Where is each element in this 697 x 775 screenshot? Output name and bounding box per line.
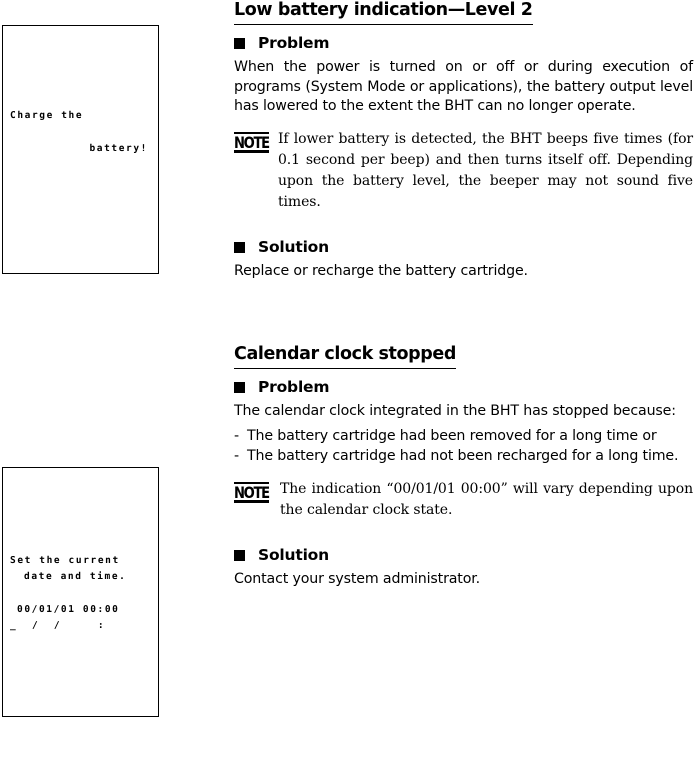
list-item-text: The battery cartridge had been removed f…	[247, 427, 657, 444]
lcd-screen-content: Set the current date and time. 00/01/01 …	[3, 553, 158, 634]
lcd-line: _ / / :	[10, 620, 106, 631]
list-item-text: The battery cartridge had not been recha…	[247, 448, 679, 464]
square-bullet-icon	[234, 382, 245, 393]
page-title: Calendar clock stopped	[234, 344, 456, 369]
lcd-line: Set the current	[10, 555, 120, 566]
square-bullet-icon	[234, 549, 245, 561]
lcd-blank-line	[3, 585, 158, 602]
problem-label: Problem	[258, 34, 330, 52]
problem-body: The calendar clock integrated in the BHT…	[234, 403, 676, 419]
square-bullet-icon	[234, 38, 245, 49]
lcd-line: date and time.	[24, 571, 127, 582]
solution-label: Solution	[258, 545, 329, 564]
solution-subheading: Solution	[234, 237, 693, 256]
dash-bullet: -	[234, 427, 239, 444]
section-calendar-clock: Calendar clock stopped Problem The calen…	[234, 344, 693, 589]
problem-body: When the power is turned on or off or du…	[234, 59, 693, 114]
dash-bullet: -	[234, 448, 239, 464]
low-battery-lcd-illustration: Charge the battery!	[2, 25, 159, 274]
square-bullet-icon	[234, 241, 245, 253]
note-icon-label: NOTE	[234, 483, 270, 503]
lcd-line: 00/01/01 00:00	[17, 604, 120, 615]
lcd-blank-line	[3, 124, 158, 141]
problem-label: Problem	[258, 378, 330, 396]
note-icon: NOTE	[234, 129, 274, 213]
list-item: - The battery cartridge had been removed…	[234, 427, 693, 447]
note-block: NOTE If lower battery is detected, the B…	[234, 129, 693, 213]
solution-body: Contact your system administrator.	[234, 570, 480, 587]
note-body: If lower battery is detected, the BHT be…	[278, 130, 693, 210]
problem-subheading: Problem	[234, 35, 693, 52]
list-item: - The battery cartridge had not been rec…	[234, 447, 693, 467]
note-block: NOTE The indication “00/01/01 00:00” wil…	[234, 479, 693, 521]
document-text-column: Low battery indication—Level 2 Problem W…	[234, 0, 693, 589]
note-body: The indication “00/01/01 00:00” will var…	[280, 480, 693, 518]
lcd-screen-content: Charge the battery!	[3, 108, 158, 157]
solution-subheading: Solution	[234, 545, 693, 564]
calendar-clock-lcd-illustration: Set the current date and time. 00/01/01 …	[2, 467, 159, 717]
solution-label: Solution	[258, 237, 329, 256]
section-low-battery: Low battery indication—Level 2 Problem W…	[234, 0, 693, 281]
solution-body: Replace or recharge the battery cartridg…	[234, 262, 528, 279]
page-title: Low battery indication—Level 2	[234, 0, 533, 25]
cause-list: - The battery cartridge had been removed…	[234, 427, 693, 467]
problem-subheading: Problem	[234, 379, 693, 396]
note-icon-label: NOTE	[234, 133, 270, 153]
note-icon: NOTE	[234, 479, 274, 521]
lcd-line: Charge the	[10, 110, 84, 121]
lcd-line: battery!	[89, 143, 148, 154]
